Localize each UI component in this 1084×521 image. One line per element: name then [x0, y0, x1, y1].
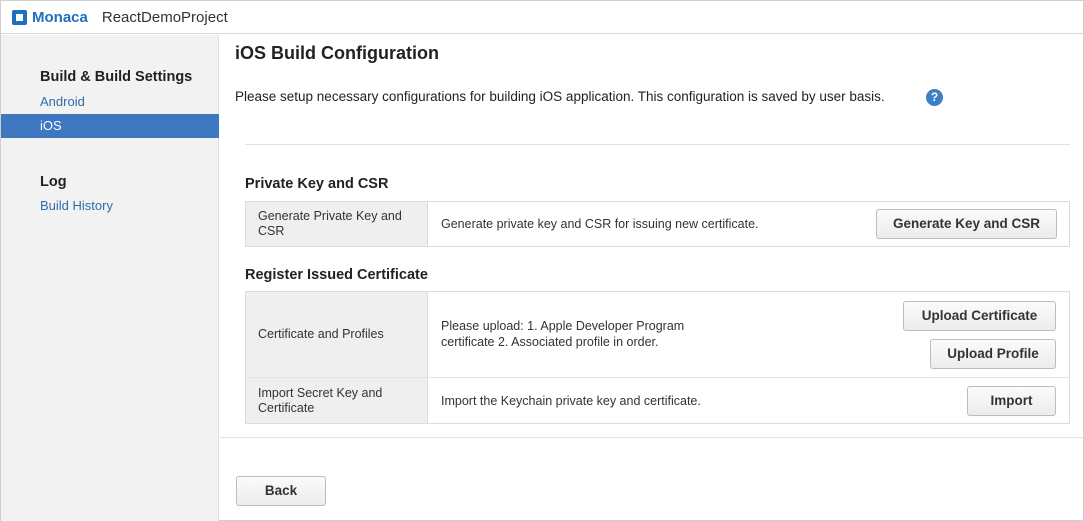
upload-profile-button[interactable]: Upload Profile — [930, 339, 1056, 369]
back-button[interactable]: Back — [236, 476, 326, 506]
sidebar-item-label: iOS — [40, 118, 62, 133]
upload-certificate-button[interactable]: Upload Certificate — [903, 301, 1056, 331]
intro-text: Please setup necessary configurations fo… — [235, 89, 885, 104]
table-row: Generate Private Key and CSR Generate pr… — [246, 202, 1069, 246]
private-key-table: Generate Private Key and CSR Generate pr… — [245, 201, 1070, 247]
description-line: Please upload: 1. Apple Developer Progra… — [441, 319, 685, 333]
row-label: Certificate and Profiles — [246, 292, 428, 377]
brand-name: Monaca — [32, 8, 88, 26]
sidebar-heading-build: Build & Build Settings — [40, 69, 193, 85]
generate-key-button[interactable]: Generate Key and CSR — [876, 209, 1057, 239]
footer-divider — [220, 437, 1083, 438]
table-row: Import Secret Key and Certificate Import… — [246, 377, 1069, 423]
help-icon[interactable]: ? — [926, 89, 943, 106]
app-window: Monaca ReactDemoProject Build & Build Se… — [0, 0, 1084, 521]
certificate-table: Certificate and Profiles Please upload: … — [245, 291, 1070, 424]
monaca-logo-icon — [12, 9, 27, 25]
section-divider — [245, 144, 1070, 145]
row-description: Import the Keychain private key and cert… — [441, 394, 701, 408]
project-name[interactable]: ReactDemoProject — [102, 9, 228, 26]
sidebar-item-build-history[interactable]: Build History — [40, 198, 113, 213]
row-label: Generate Private Key and CSR — [246, 202, 428, 246]
page-title: iOS Build Configuration — [235, 43, 439, 63]
sidebar: Build & Build Settings Android iOS Log B… — [1, 35, 219, 521]
main-content: iOS Build Configuration Please setup nec… — [220, 35, 1083, 521]
title-bar: Monaca ReactDemoProject — [1, 1, 1083, 34]
row-label: Import Secret Key and Certificate — [246, 378, 428, 423]
description-line: certificate 2. Associated profile in ord… — [441, 335, 659, 349]
sidebar-heading-log: Log — [40, 174, 67, 190]
sidebar-item-android[interactable]: Android — [40, 94, 85, 109]
row-description: Generate private key and CSR for issuing… — [441, 217, 759, 231]
sidebar-item-ios[interactable]: iOS — [1, 114, 219, 138]
import-button[interactable]: Import — [967, 386, 1056, 416]
section-title-certificate: Register Issued Certificate — [245, 267, 428, 283]
row-description: Please upload: 1. Apple Developer Progra… — [441, 318, 684, 350]
section-title-private-key: Private Key and CSR — [245, 176, 389, 192]
table-row: Certificate and Profiles Please upload: … — [246, 292, 1069, 377]
